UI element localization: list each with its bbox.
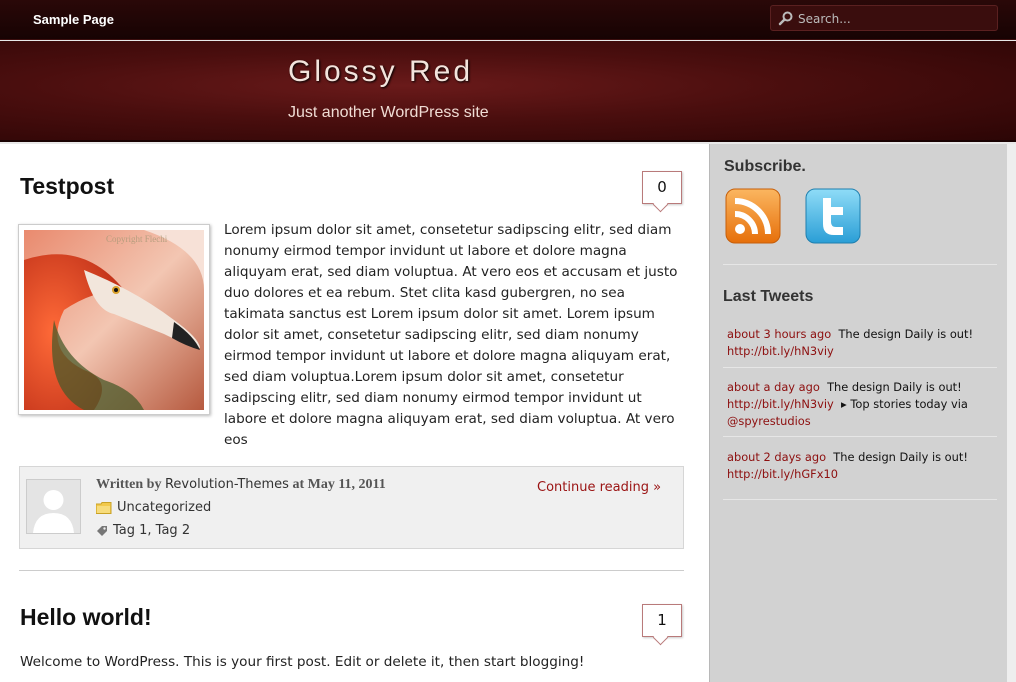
top-navigation-bar: Sample Page (0, 0, 1016, 40)
sidebar-divider (723, 436, 997, 437)
rss-icon[interactable] (725, 188, 781, 244)
post-title[interactable]: Testpost (20, 173, 114, 200)
tweet-time-link[interactable]: about 3 hours ago (727, 327, 831, 341)
site-description: Just another WordPress site (288, 104, 489, 121)
search-icon (778, 11, 793, 26)
tweet-text: The design Daily is out! (833, 450, 968, 464)
sidebar-divider (723, 499, 997, 500)
tweet-text: The design Daily is out! (827, 380, 962, 394)
author-avatar[interactable] (26, 479, 81, 534)
post-excerpt: Lorem ipsum dolor sit amet, consetetur s… (224, 222, 678, 448)
post-byline: Written by Revolution-Themes at May 11, … (96, 477, 386, 493)
tweet-url-link[interactable]: http://bit.ly/hGFx10 (727, 467, 838, 481)
post-tags: Tag 1, Tag 2 (96, 523, 190, 538)
avatar-placeholder-icon (27, 480, 80, 533)
tweet-time-link[interactable]: about a day ago (727, 380, 820, 394)
page-right-margin (1007, 144, 1016, 682)
last-tweets-heading: Last Tweets (723, 288, 814, 305)
tweet-url-link[interactable]: http://bit.ly/hN3viy (727, 397, 834, 411)
post-divider (19, 570, 684, 571)
tags-links[interactable]: Tag 1, Tag 2 (113, 523, 190, 538)
search-box[interactable] (770, 5, 998, 31)
main-content: Testpost 0 Copyright Flechi Lorem ipsum … (0, 144, 709, 682)
tweet-text: The design Daily is out! (838, 327, 974, 341)
tweet-extra-text: ▸ Top stories today via (841, 397, 968, 411)
post-category: Uncategorized (96, 500, 211, 515)
image-watermark: Copyright Flechi (106, 234, 168, 244)
tweet-time-link[interactable]: about 2 days ago (727, 450, 826, 464)
post-title[interactable]: Hello world! (20, 604, 152, 631)
sidebar: Subscribe. Last Tweets about 3 hours ago… (709, 144, 1007, 682)
tweet-mention-link[interactable]: @spyrestudios (727, 414, 811, 428)
category-link[interactable]: Uncategorized (117, 500, 211, 515)
sidebar-divider (723, 264, 997, 265)
nav-sample-page[interactable]: Sample Page (33, 12, 114, 27)
post-thumbnail[interactable] (18, 224, 210, 415)
comment-count-bubble[interactable]: 0 (642, 171, 682, 204)
post-date: at May 11, 2011 (292, 477, 386, 492)
subscribe-heading: Subscribe. (724, 158, 806, 175)
author-link[interactable]: Revolution-Themes (165, 477, 289, 492)
tweet-item: about 3 hours ago The design Daily is ou… (727, 326, 995, 360)
site-header: Glossy Red Just another WordPress site (0, 41, 1016, 142)
flamingo-image (24, 230, 204, 410)
tweet-item: about a day ago The design Daily is out!… (727, 379, 995, 430)
written-by-label: Written by (96, 477, 162, 492)
post-excerpt: Welcome to WordPress. This is your first… (20, 654, 585, 670)
tweet-item: about 2 days ago The design Daily is out… (727, 449, 995, 483)
sidebar-divider (723, 367, 997, 368)
tweet-url-link[interactable]: http://bit.ly/hN3viy (727, 344, 834, 358)
folder-icon (96, 501, 112, 514)
site-title[interactable]: Glossy Red (288, 55, 473, 89)
tag-icon (97, 525, 107, 536)
post-meta-box: Written by Revolution-Themes at May 11, … (19, 466, 684, 549)
search-input[interactable] (798, 10, 993, 27)
twitter-icon[interactable] (805, 188, 861, 244)
comment-count-bubble[interactable]: 1 (642, 604, 682, 637)
continue-reading-link[interactable]: Continue reading » (537, 480, 661, 495)
